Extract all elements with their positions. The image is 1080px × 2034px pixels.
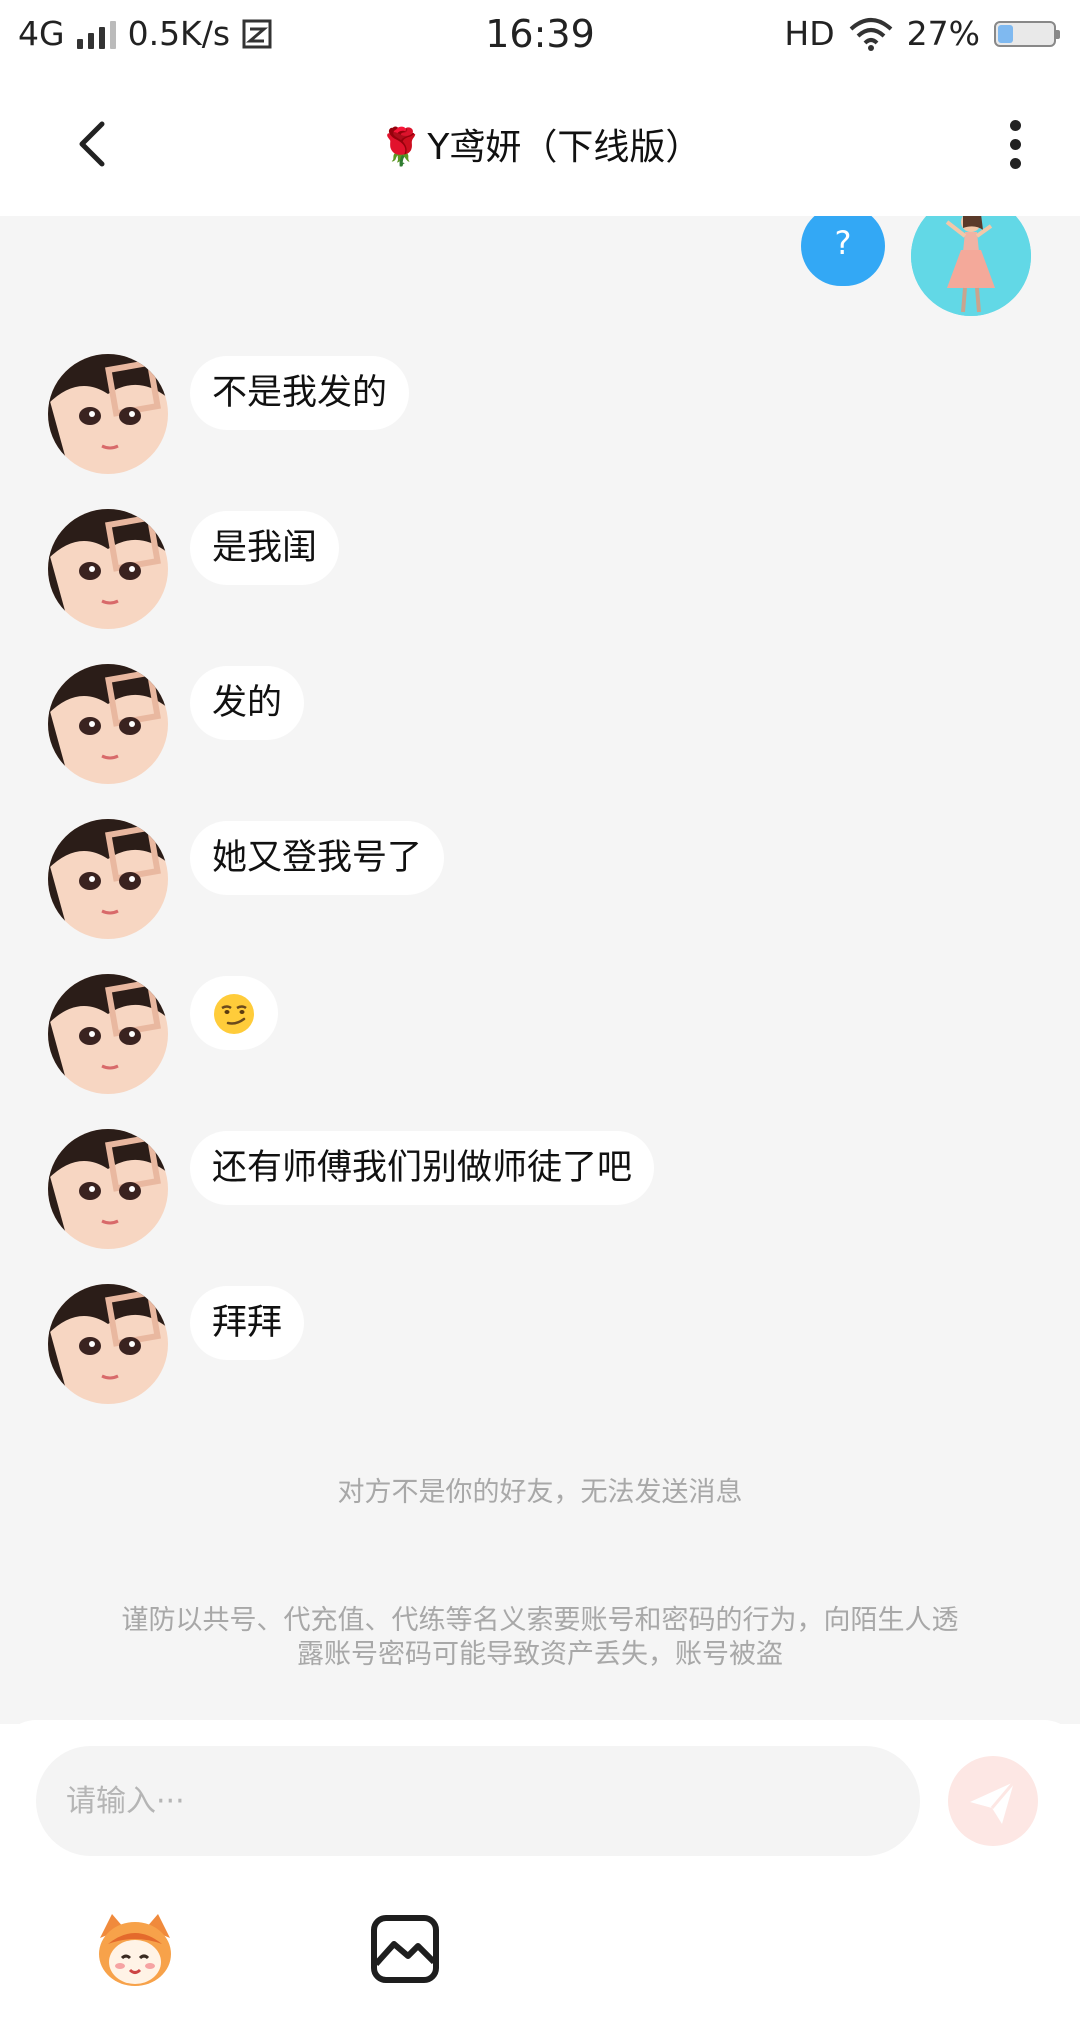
contact-avatar[interactable] xyxy=(48,819,168,939)
status-bar: 4G 0.5K/s 16:39 HD 27% xyxy=(0,0,1080,76)
message-row: 拜拜 xyxy=(48,1284,305,1404)
smirk-emoji-icon xyxy=(214,994,254,1034)
chat-header: 🌹 Y鸢妍（下线版） xyxy=(0,76,1080,216)
security-warning-line: 谨防以共号、代充值、代练等名义索要账号和密码的行为，向陌生人透 xyxy=(121,1605,959,1636)
message-row: 发的 xyxy=(48,664,305,784)
send-button[interactable] xyxy=(948,1756,1038,1846)
my-message-bubble[interactable]: ? xyxy=(801,216,885,286)
message-bubble[interactable]: 她又登我号了 xyxy=(190,821,445,895)
security-warning-line: 露账号密码可能导致资产丢失，账号被盗 xyxy=(297,1639,783,1670)
chat-screen: 4G 0.5K/s 16:39 HD 27% 🌹 Y鸢妍（下线版） ? 不是我发… xyxy=(0,0,1080,2034)
message-row: 还有师傅我们别做师徒了吧 xyxy=(48,1129,655,1249)
image-button[interactable] xyxy=(360,1904,450,1994)
rose-icon: 🌹 xyxy=(378,127,424,168)
message-bubble[interactable]: 不是我发的 xyxy=(190,356,410,430)
girl-avatar-icon xyxy=(911,216,1031,316)
anime-avatar-icon xyxy=(48,819,168,939)
message-list[interactable]: ? 不是我发的 是我闺 发的 她又登我号了 还有师傅我们别做师徒了吧 拜拜 对方… xyxy=(0,216,1080,1724)
message-bubble[interactable] xyxy=(190,976,278,1050)
my-avatar[interactable] xyxy=(911,216,1031,316)
sticker-button[interactable] xyxy=(90,1904,180,1994)
battery-percent: 27% xyxy=(906,14,980,53)
message-row: 她又登我号了 xyxy=(48,819,445,939)
message-bubble[interactable]: 拜拜 xyxy=(190,1286,305,1360)
anime-avatar-icon xyxy=(48,1284,168,1404)
anime-avatar-icon xyxy=(48,509,168,629)
message-row: 是我闺 xyxy=(48,509,340,629)
system-notice: 对方不是你的好友，无法发送消息 xyxy=(337,1477,743,1508)
contact-avatar[interactable] xyxy=(48,974,168,1094)
hd-indicator: HD xyxy=(784,14,835,53)
message-bubble[interactable]: 是我闺 xyxy=(190,511,340,585)
send-icon xyxy=(970,1781,1016,1824)
message-row xyxy=(48,974,278,1094)
message-bubble[interactable]: 还有师傅我们别做师徒了吧 xyxy=(190,1131,655,1205)
anime-avatar-icon xyxy=(48,974,168,1094)
message-row: 不是我发的 xyxy=(48,354,410,474)
more-options-icon[interactable] xyxy=(996,114,1036,174)
contact-avatar[interactable] xyxy=(48,354,168,474)
message-input[interactable] xyxy=(36,1746,920,1856)
mascot-sticker-icon xyxy=(99,1914,171,1986)
contact-avatar[interactable] xyxy=(48,1284,168,1404)
chat-title: 🌹 Y鸢妍（下线版） xyxy=(0,118,1080,170)
anime-avatar-icon xyxy=(48,1129,168,1249)
my-message: ? xyxy=(801,216,1031,316)
contact-avatar[interactable] xyxy=(48,664,168,784)
anime-avatar-icon xyxy=(48,354,168,474)
message-bubble[interactable]: 发的 xyxy=(190,666,305,740)
contact-avatar[interactable] xyxy=(48,1129,168,1249)
battery-icon xyxy=(994,20,1060,47)
input-panel xyxy=(0,1720,1080,2034)
status-right: HD 27% xyxy=(784,14,1060,53)
image-icon xyxy=(371,1915,439,1983)
contact-avatar[interactable] xyxy=(48,509,168,629)
anime-avatar-icon xyxy=(48,664,168,784)
security-warning: 谨防以共号、代充值、代练等名义索要账号和密码的行为，向陌生人透 露账号密码可能导… xyxy=(80,1604,1000,1672)
wifi-icon xyxy=(849,17,892,51)
contact-name: Y鸢妍（下线版） xyxy=(427,127,702,168)
